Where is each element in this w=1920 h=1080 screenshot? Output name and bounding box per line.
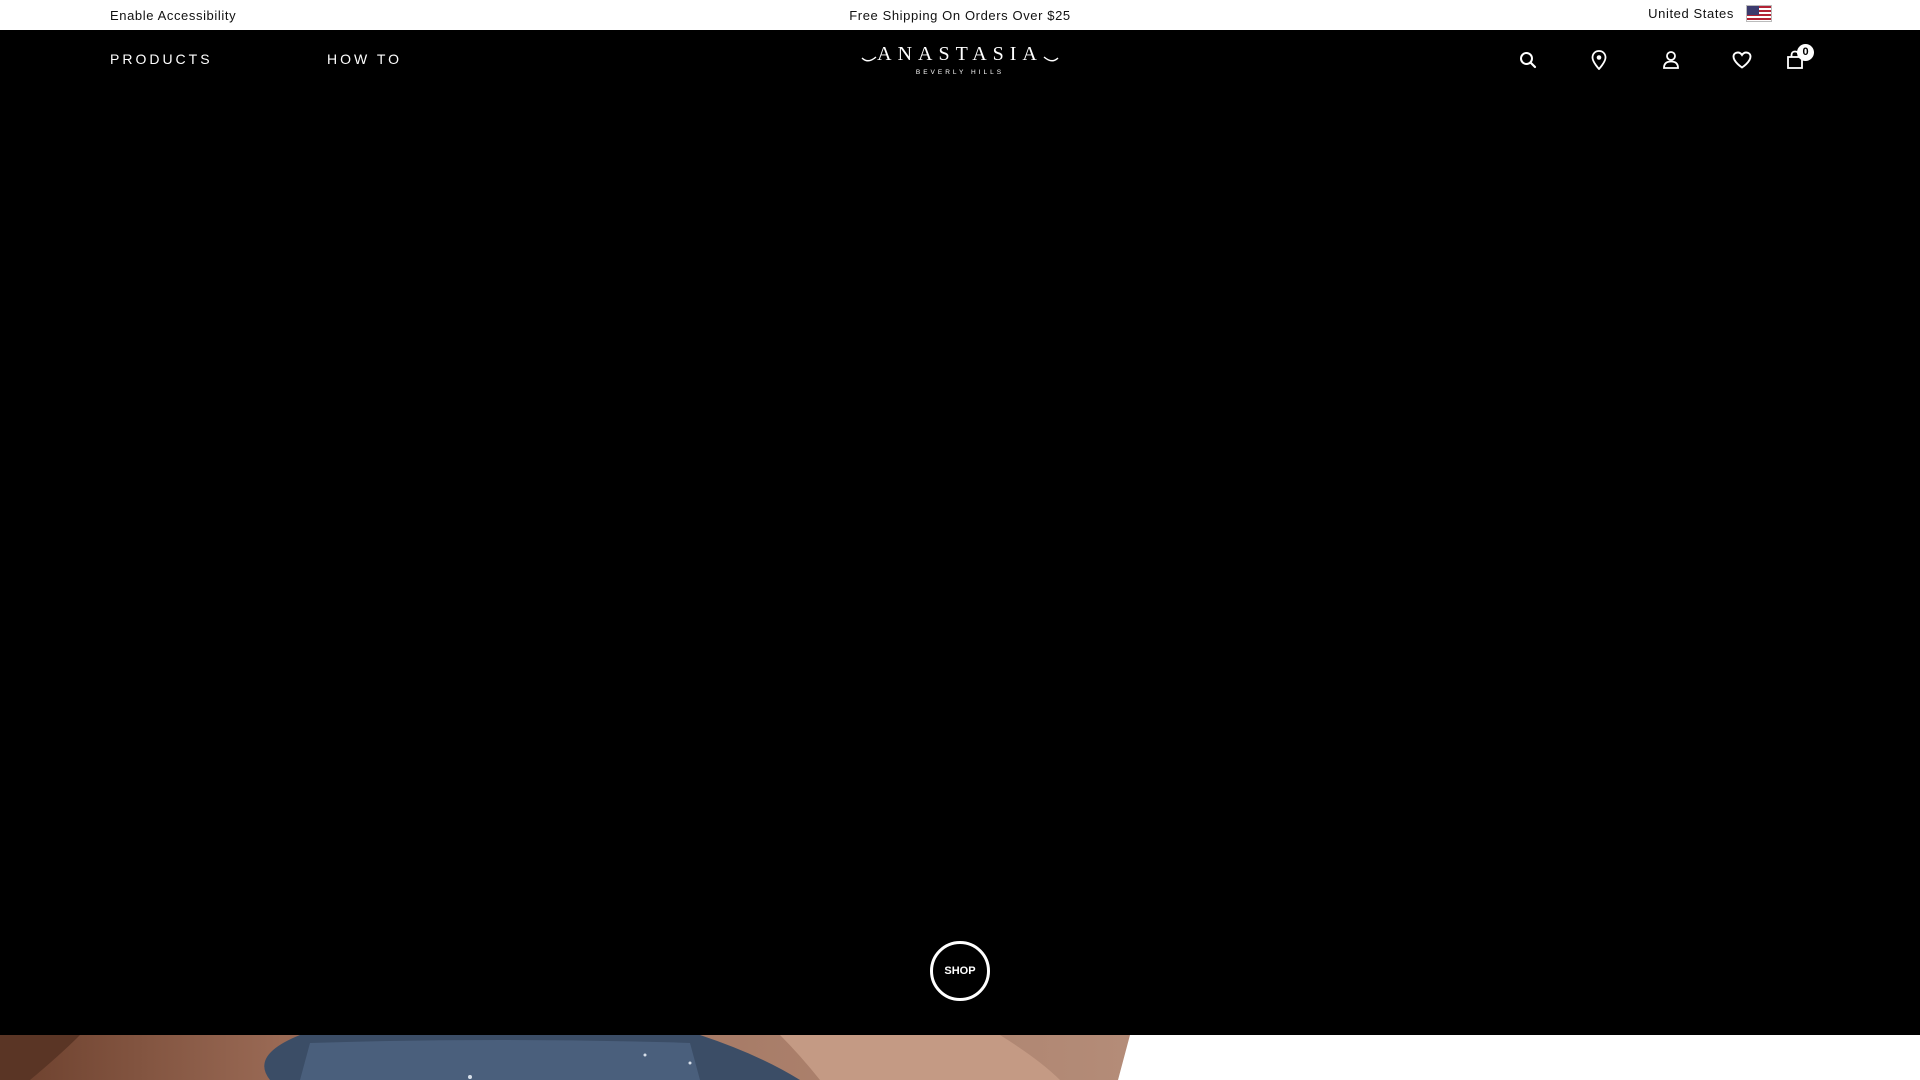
logo-subtitle-text: BEVERLY HILLS [916, 69, 1004, 76]
account-icon[interactable] [1657, 46, 1685, 74]
store-locator-icon[interactable] [1585, 46, 1613, 74]
nav-products[interactable]: PRODUCTS [110, 51, 213, 67]
shop-button[interactable]: SHOP [930, 941, 990, 1001]
wishlist-icon[interactable] [1728, 46, 1756, 74]
brand-logo[interactable]: ANASTASIA BEVERLY HILLS [860, 40, 1060, 80]
logo-brand-text: ANASTASIA [877, 43, 1043, 65]
search-icon[interactable] [1514, 46, 1542, 74]
country-label: United States [1648, 6, 1734, 21]
promo-banner: Free Shipping On Orders Over $25 [0, 8, 1920, 23]
featured-section [0, 1035, 1920, 1080]
enable-accessibility-link[interactable]: Enable Accessibility [110, 8, 236, 23]
utility-bar: Enable Accessibility Free Shipping On Or… [0, 0, 1920, 30]
cart-button[interactable]: 0 [1781, 44, 1814, 74]
promo-text[interactable]: Free Shipping On Orders Over $25 [849, 8, 1071, 23]
nav-how-to[interactable]: HOW TO [327, 51, 402, 67]
main-header: PRODUCTS HOW TO ANASTASIA BEVERLY HILLS … [0, 30, 1920, 90]
us-flag-icon [1746, 5, 1772, 22]
featured-image[interactable] [0, 1035, 1140, 1080]
cart-count-badge: 0 [1797, 44, 1814, 61]
country-selector[interactable]: United States [1648, 5, 1772, 22]
hero-banner: SHOP [0, 90, 1920, 1035]
